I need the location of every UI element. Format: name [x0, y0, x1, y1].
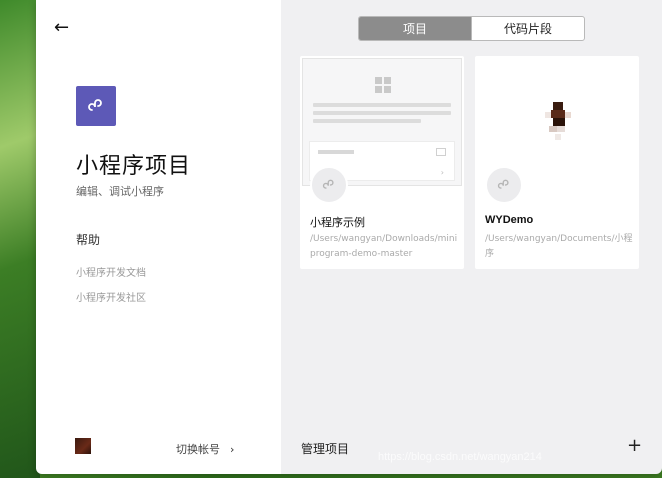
help-link-community[interactable]: 小程序开发社区 [76, 289, 146, 304]
back-arrow-icon[interactable]: ← [54, 18, 74, 38]
page-subtitle: 编辑、调试小程序 [76, 185, 164, 198]
tab-bar: 项目 代码片段 [358, 16, 585, 41]
project-card[interactable]: › 小程序示例 /Users/wangyan/Downloads/minipro… [300, 56, 464, 269]
manage-projects-label[interactable]: 管理项目 [301, 440, 349, 457]
page-title: 小程序项目 [76, 154, 192, 179]
watermark: https://blog.csdn.net/wangyan214 [378, 451, 542, 463]
miniprogram-logo-icon [76, 86, 116, 126]
plus-icon[interactable]: + [627, 436, 642, 456]
chevron-right-icon: › [230, 442, 235, 456]
main-panel: 项目 代码片段 › 小程序示例 /Users/wangyan/Downloads… [281, 0, 662, 474]
miniprogram-logo-icon [310, 166, 348, 204]
sidebar: ← 小程序项目 编辑、调试小程序 帮助 小程序开发文档 小程序开发社区 切换帐号… [36, 0, 281, 474]
switch-account-button[interactable]: 切换帐号 › [176, 441, 234, 457]
project-name: 小程序示例 [310, 216, 365, 229]
pixelated-image [545, 102, 573, 144]
miniprogram-logo-icon [485, 166, 523, 204]
desktop-background [0, 0, 40, 478]
tab-code-snippets[interactable]: 代码片段 [471, 17, 584, 40]
avatar [75, 438, 91, 454]
app-window: ← 小程序项目 编辑、调试小程序 帮助 小程序开发文档 小程序开发社区 切换帐号… [36, 0, 662, 474]
tab-projects[interactable]: 项目 [359, 17, 471, 40]
help-link-docs[interactable]: 小程序开发文档 [76, 264, 146, 279]
grid-icon [375, 77, 391, 93]
help-heading: 帮助 [76, 233, 101, 247]
project-path: /Users/wangyan/Documents/小程序 [485, 234, 633, 259]
project-name: WYDemo [485, 214, 534, 226]
project-card[interactable]: WYDemo /Users/wangyan/Documents/小程序 [475, 56, 639, 269]
project-path: /Users/wangyan/Downloads/miniprogram-dem… [310, 234, 458, 259]
switch-account-label: 切换帐号 [176, 443, 220, 456]
